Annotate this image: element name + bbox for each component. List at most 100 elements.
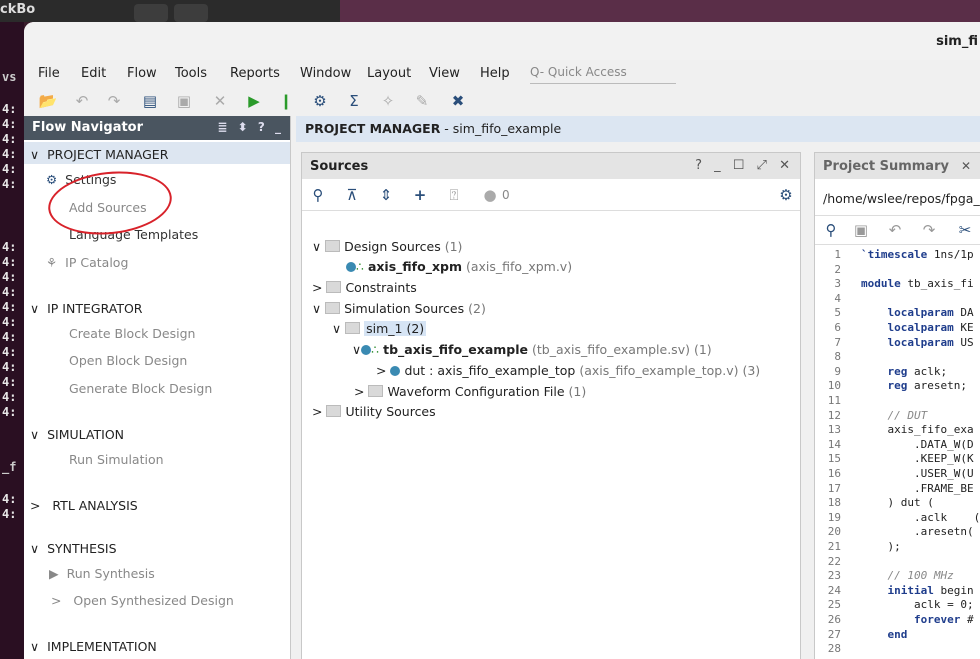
nav-generate-block-design[interactable]: Generate Block Design	[69, 381, 212, 396]
tree-axis-fifo-xpm[interactable]: ∴ axis_fifo_xpm (axis_fifo_xpm.v)	[346, 259, 572, 274]
tree-label: Design Sources	[344, 239, 441, 254]
menu-edit[interactable]: Edit	[81, 66, 106, 81]
tree-file: (tb_axis_fifo_example.sv) (1)	[531, 342, 712, 357]
pen-icon[interactable]: ✎	[412, 91, 432, 111]
menu-view[interactable]: View	[429, 66, 460, 81]
line-number: 11	[827, 394, 841, 407]
line-number: 9	[834, 364, 841, 378]
line-number: 12	[827, 408, 841, 422]
menu-layout[interactable]: Layout	[367, 66, 411, 81]
line-number: 26	[827, 613, 841, 626]
nav-ip-catalog[interactable]: ⚘ IP Catalog	[46, 255, 128, 270]
paste-icon[interactable]: ▣	[174, 91, 194, 111]
line-number: 27	[827, 627, 841, 641]
tree-utility-sources[interactable]: > Utility Sources	[312, 404, 436, 419]
tree-constraints[interactable]: > Constraints	[312, 280, 417, 295]
collapse-all-icon[interactable]: ⊼	[342, 185, 362, 205]
status-dot-icon: ●	[483, 186, 497, 204]
step-icon[interactable]: ❙	[276, 91, 296, 111]
section-label: PROJECT MANAGER	[47, 147, 169, 162]
menu-flow[interactable]: Flow	[127, 66, 157, 81]
save-icon[interactable]: ▣	[851, 220, 871, 240]
run-icon[interactable]: ▶	[244, 91, 264, 111]
menu-bar: File Edit Flow Tools Reports Window Layo…	[24, 62, 980, 86]
sigma-icon[interactable]: Σ	[344, 91, 364, 111]
expand-all-icon[interactable]: ⇕	[376, 185, 396, 205]
terminal-line: 4:	[2, 132, 17, 146]
tree-tb-axis-fifo-example[interactable]: ∨ ∴ tb_axis_fifo_example (tb_axis_fifo_ex…	[352, 342, 712, 357]
code-line: reg aclk;	[887, 364, 948, 378]
nav-run-synthesis[interactable]: ▶ Run Synthesis	[49, 566, 155, 581]
redo-icon[interactable]: ↷	[104, 91, 124, 111]
undo-icon[interactable]: ↶	[72, 91, 92, 111]
terminal-line: 4:	[2, 240, 17, 254]
menu-file[interactable]: File	[38, 66, 60, 81]
chevron-right-icon: >	[354, 384, 365, 399]
main-toolbar: 📂 ↶ ↷ ▤ ▣ ✕ ▶ ❙ ⚙ Σ ✧ ✎ ✖	[24, 88, 980, 114]
redo-icon[interactable]: ↷	[919, 220, 939, 240]
section-simulation[interactable]: ∨ SIMULATION	[30, 427, 124, 442]
add-sources-icon[interactable]: +	[410, 185, 430, 205]
tree-label: sim_1 (2)	[364, 321, 427, 336]
search-icon[interactable]: ⚲	[308, 185, 328, 205]
code-editor[interactable]: 1 `timescale 1ns/1p 2 3 module tb_axis_fi 4 5 …	[815, 248, 980, 659]
line-number: 2	[834, 262, 841, 276]
nav-create-block-design[interactable]: Create Block Design	[69, 326, 195, 341]
line-number: 8	[834, 350, 841, 364]
settings-gear-icon[interactable]: ⚙	[310, 91, 330, 111]
code-line: .aresetn(	[861, 525, 974, 539]
properties-icon[interactable]: ⍰	[444, 185, 464, 205]
menu-tools[interactable]: Tools	[175, 66, 207, 81]
line-number: 4	[834, 291, 841, 305]
section-label: SYNTHESIS	[47, 541, 117, 556]
section-synthesis[interactable]: ∨ SYNTHESIS	[30, 541, 117, 556]
tree-design-sources[interactable]: ∨ Design Sources (1)	[312, 239, 462, 254]
code-line: localparam US	[887, 335, 974, 349]
section-label: RTL ANALYSIS	[52, 498, 138, 513]
nav-run-simulation[interactable]: Run Simulation	[69, 452, 164, 467]
tree-dut[interactable]: > dut : axis_fifo_example_top (axis_fifo…	[376, 363, 760, 378]
flow-navigator-header: Flow Navigator ≣ ⬍ ? _	[24, 116, 290, 140]
menu-help[interactable]: Help	[480, 66, 510, 81]
desktop-wallpaper	[340, 0, 980, 22]
module-dot-icon	[346, 262, 356, 272]
search-icon[interactable]: ⚲	[821, 220, 841, 240]
tree-waveform-config[interactable]: > Waveform Configuration File (1)	[354, 384, 586, 399]
sources-gear-icon[interactable]: ⚙	[776, 185, 796, 205]
terminal-line: 4:	[2, 285, 17, 299]
section-project-manager[interactable]: ∨ PROJECT MANAGER	[30, 147, 168, 162]
code-line: forever #	[913, 613, 974, 626]
section-ip-integrator[interactable]: ∨ IP INTEGRATOR	[30, 301, 142, 316]
code-line: .USER_W(U	[861, 467, 974, 480]
menu-reports[interactable]: Reports	[230, 66, 280, 81]
line-number: 10	[827, 379, 841, 393]
tree-simulation-sources[interactable]: ∨ Simulation Sources (2)	[312, 301, 486, 316]
delete-icon[interactable]: ✕	[210, 91, 230, 111]
undo-icon[interactable]: ↶	[885, 220, 905, 240]
nav-open-synthesized-design[interactable]: > Open Synthesized Design	[51, 593, 234, 608]
open-folder-icon[interactable]: 📂	[38, 91, 58, 111]
terminal-line: 4:	[2, 117, 17, 131]
terminal-line: 4:	[2, 315, 17, 329]
menu-window[interactable]: Window	[300, 66, 351, 81]
code-line: module tb_axis_fi	[861, 277, 974, 291]
panel-controls[interactable]: ≣ ⬍ ? _	[217, 120, 284, 134]
cut-icon[interactable]: ✂	[955, 220, 975, 240]
folder-icon	[368, 385, 384, 397]
background-button	[174, 4, 208, 22]
debug-icon[interactable]: ✧	[378, 91, 398, 111]
code-line: ) dut (	[861, 496, 934, 510]
close-tab-icon[interactable]: ✕	[961, 159, 971, 173]
section-rtl-analysis[interactable]: > RTL ANALYSIS	[30, 498, 138, 513]
quick-access-search[interactable]: Q- Quick Access	[530, 65, 676, 84]
tree-sim-1[interactable]: ∨ sim_1 (2)	[332, 321, 427, 336]
line-number: 6	[834, 321, 841, 334]
nav-open-block-design[interactable]: Open Block Design	[69, 353, 187, 368]
sources-panel-controls[interactable]: ? _ ☐ ⤢ ✕	[695, 158, 794, 173]
section-label: IP INTEGRATOR	[47, 301, 143, 316]
tab-project-summary[interactable]: Project Summary	[823, 159, 949, 174]
cross-tool-icon[interactable]: ✖	[448, 91, 468, 111]
copy-icon[interactable]: ▤	[140, 91, 160, 111]
section-implementation[interactable]: ∨ IMPLEMENTATION	[30, 639, 157, 654]
line-number: 23	[827, 569, 841, 583]
